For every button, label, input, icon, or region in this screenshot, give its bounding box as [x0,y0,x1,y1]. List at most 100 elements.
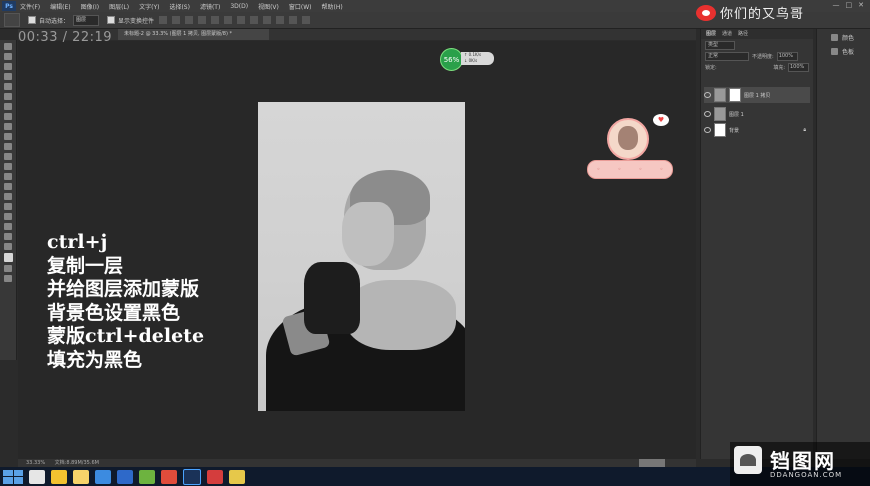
path-select-tool-icon[interactable] [4,203,12,210]
widget-icon-2[interactable]: ◦ [618,166,622,173]
document-tab[interactable]: 未标题-2 @ 33.3% (图层 1 拷贝, 图层蒙版/8) * [118,29,269,40]
show-transform-checkbox[interactable] [107,16,116,24]
quick-select-tool-icon[interactable] [4,73,12,80]
widget-icon-4[interactable]: ◦ [660,166,664,173]
network-speed-badge[interactable]: 56% [440,48,463,71]
menu-item-image[interactable]: 图像(I) [81,2,99,11]
color-panel-button[interactable]: 颜色 [817,31,870,43]
more-tools-icon[interactable] [4,243,12,250]
move-tool-icon[interactable] [4,43,12,50]
align-center-icon[interactable] [211,16,220,24]
app-icon[interactable] [229,469,245,484]
blend-mode-dropdown[interactable]: 正常 [705,52,749,61]
auto-select-checkbox[interactable] [28,16,36,24]
dodge-tool-icon[interactable] [4,173,12,180]
distribute-right-icon[interactable] [302,16,311,24]
widget-icon-3[interactable]: ◦ [639,166,643,173]
widget-icon-1[interactable]: ◦ [597,166,601,173]
visibility-eye-icon[interactable] [704,127,711,133]
photoshop-taskbar-icon[interactable] [183,468,201,485]
layer-row[interactable]: 图层 1 拷贝 [704,87,810,103]
eyedropper-tool-icon[interactable] [4,93,12,100]
start-button-icon[interactable] [3,469,23,484]
menu-item-file[interactable]: 文件(F) [20,2,40,11]
menu-item-select[interactable]: 选择(S) [169,2,190,11]
menu-item-filter[interactable]: 滤镜(T) [200,2,220,11]
color-panel-label: 颜色 [842,34,855,42]
layer-kind-dropdown[interactable]: 类型 [705,41,735,50]
layer-mask-thumbnail[interactable] [729,88,741,102]
distribute-bottom-icon[interactable] [263,16,272,24]
app-icon[interactable] [117,469,133,484]
distribute-middle-icon[interactable] [250,16,259,24]
menu-item-edit[interactable]: 编辑(E) [50,2,70,11]
caption-line: 并给图层添加蒙版 [47,278,200,300]
maximize-button[interactable]: □ [846,1,853,9]
brush-tool-icon[interactable] [4,113,12,120]
history-brush-tool-icon[interactable] [4,133,12,140]
auto-select-dropdown[interactable]: 图层 [73,14,100,26]
webcam-avatar-widget[interactable]: ♥ ◦ ◦ ◦ ◦ [587,114,673,180]
show-transform-label: 显示变换控件 [118,17,155,25]
foreground-background-color-icon[interactable] [3,253,13,262]
layer-row[interactable]: 图层 1 [704,106,810,122]
move-tool-preset-icon[interactable] [4,13,20,27]
file-explorer-icon[interactable] [73,469,89,484]
visibility-eye-icon[interactable] [704,92,711,98]
align-left-icon[interactable] [198,16,207,24]
auto-select-label: 自动选择： [39,17,70,25]
hand-tool-icon[interactable] [4,223,12,230]
tab-channels[interactable]: 通道 [722,29,732,39]
app-icon[interactable] [139,469,155,484]
app-icon[interactable] [161,469,177,484]
document-image[interactable] [258,102,465,411]
eraser-tool-icon[interactable] [4,143,12,150]
search-icon[interactable] [29,469,45,484]
collapsed-panels: 颜色 色板 [816,29,870,459]
close-button[interactable]: ✕ [858,1,864,9]
distribute-left-icon[interactable] [276,16,285,24]
align-bottom-icon[interactable] [185,16,194,24]
blur-tool-icon[interactable] [4,163,12,170]
menu-item-layer[interactable]: 图层(L) [109,2,129,11]
pen-tool-icon[interactable] [4,183,12,190]
shape-tool-icon[interactable] [4,213,12,220]
align-right-icon[interactable] [224,16,233,24]
healing-brush-tool-icon[interactable] [4,103,12,110]
align-middle-icon[interactable] [172,16,181,24]
swatches-icon [831,47,838,55]
clone-stamp-tool-icon[interactable] [4,123,12,130]
quick-mask-icon[interactable] [4,265,12,272]
tab-paths[interactable]: 路径 [738,29,748,39]
distribute-top-icon[interactable] [237,16,246,24]
type-tool-icon[interactable] [4,193,12,200]
crop-tool-icon[interactable] [4,83,12,90]
menu-item-view[interactable]: 视图(V) [258,2,279,11]
menu-item-window[interactable]: 窗口(W) [289,2,312,11]
baidu-netdisk-icon[interactable] [95,469,111,484]
menu-item-3d[interactable]: 3D(D) [230,3,248,10]
visibility-eye-icon[interactable] [704,111,711,117]
gradient-tool-icon[interactable] [4,153,12,160]
layer-row[interactable]: 背景 🔒︎ [704,122,810,138]
menu-item-type[interactable]: 文字(Y) [139,2,159,11]
menu-item-help[interactable]: 帮助(H) [322,2,343,11]
lasso-tool-icon[interactable] [4,63,12,70]
zoom-level[interactable]: 33.33% [26,460,45,466]
chrome-icon[interactable] [51,469,67,484]
netease-music-icon[interactable] [207,469,223,484]
marquee-tool-icon[interactable] [4,53,12,60]
zoom-tool-icon[interactable] [4,233,12,240]
photo-scarf-shape [346,280,456,350]
avatar [607,118,649,160]
tab-layers[interactable]: 图层 [706,29,716,39]
screen-mode-icon[interactable] [4,275,12,282]
distribute-center-icon[interactable] [289,16,298,24]
opacity-input[interactable]: 100% [776,52,798,61]
document-tab-bar: 未标题-2 @ 33.3% (图层 1 拷贝, 图层蒙版/8) * [18,29,696,40]
align-top-icon[interactable] [159,16,168,24]
fill-input[interactable]: 100% [788,63,809,72]
swatches-panel-button[interactable]: 色板 [817,45,870,57]
minimize-button[interactable]: — [833,1,840,9]
photoshop-logo-icon: Ps [2,1,16,11]
